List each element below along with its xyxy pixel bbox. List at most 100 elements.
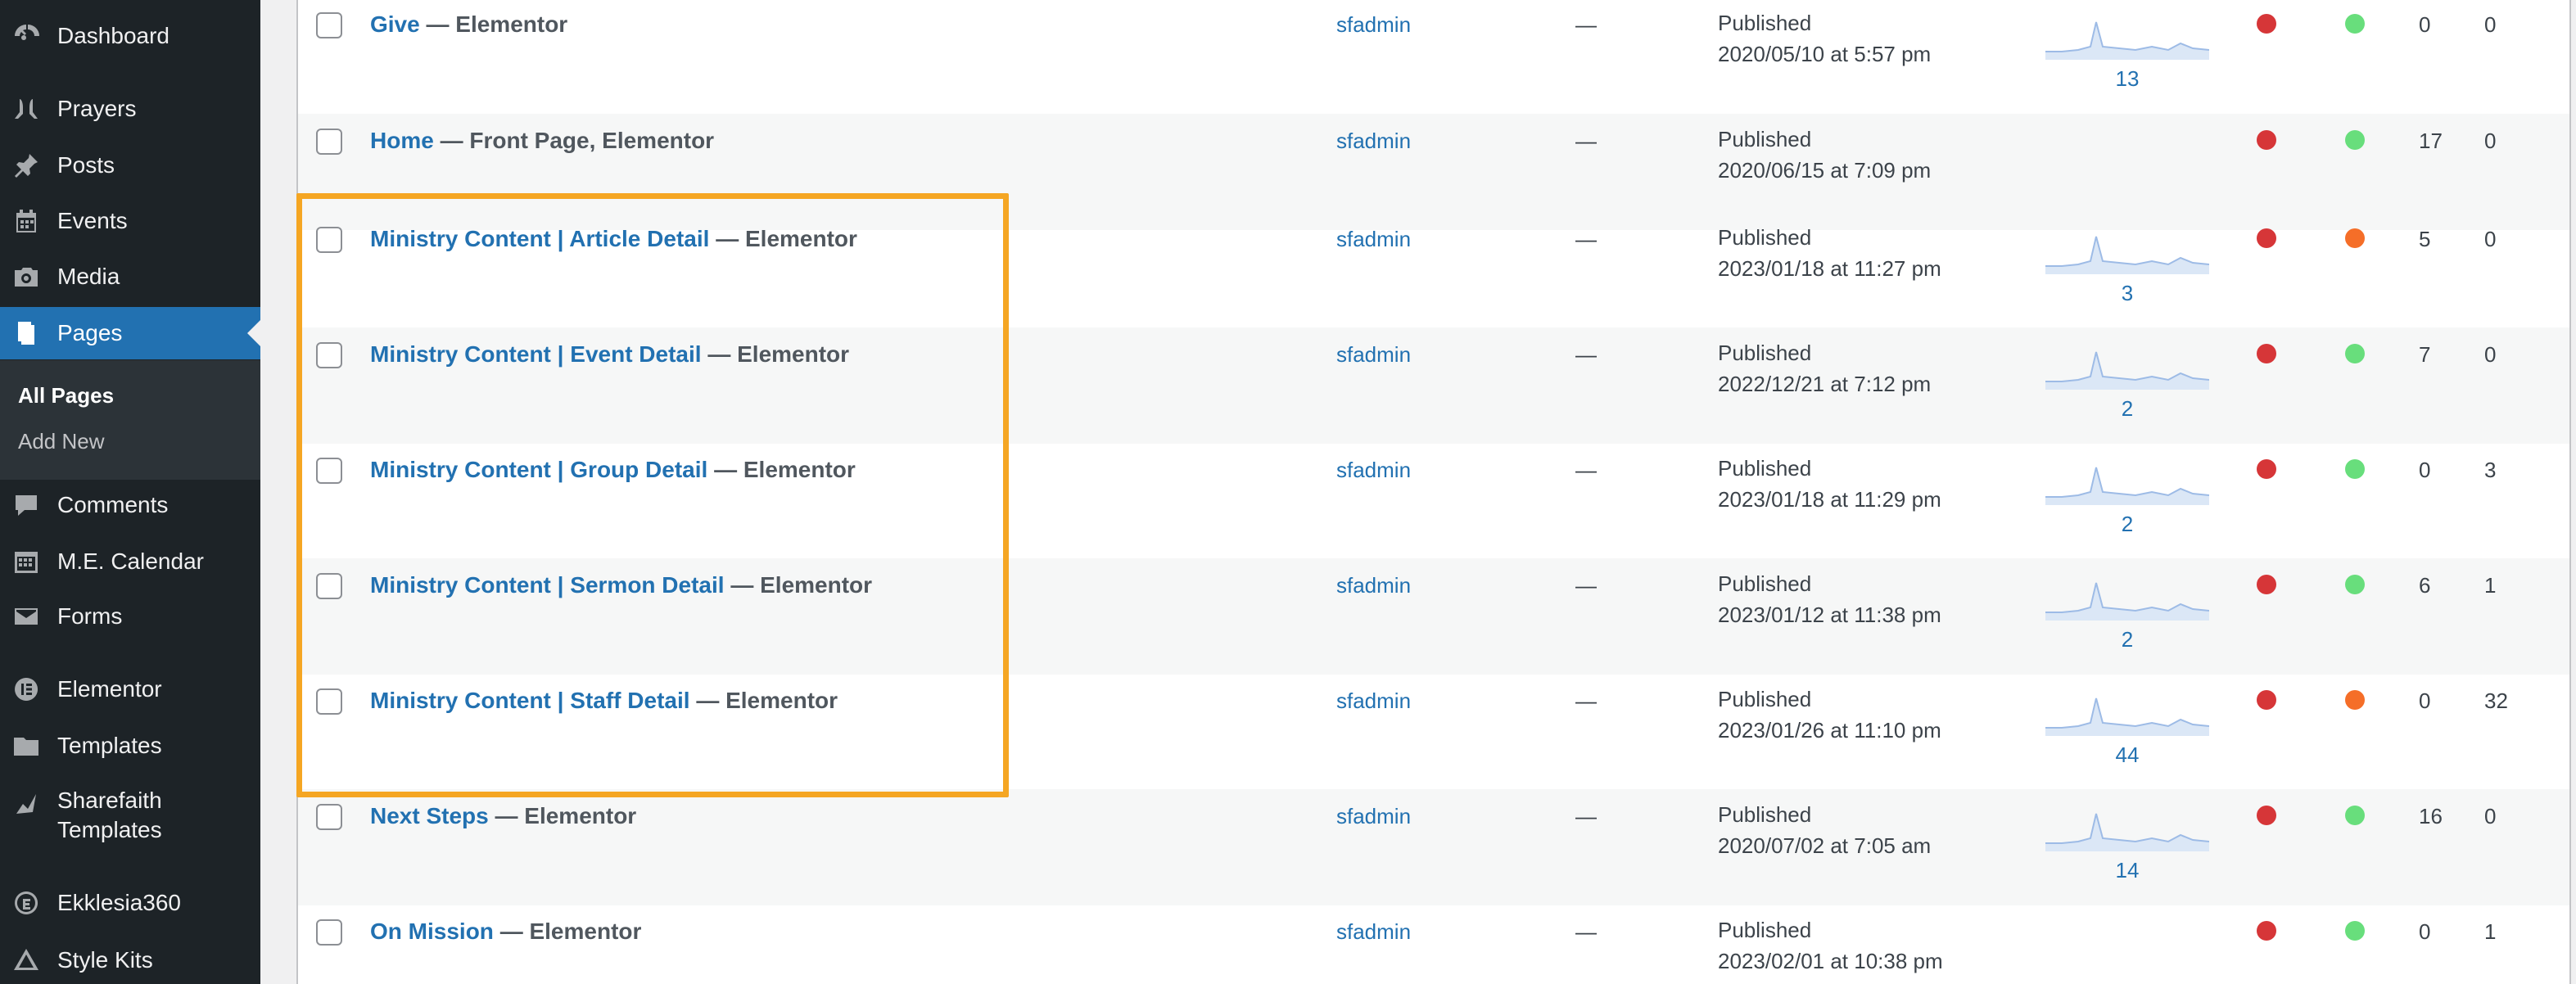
seo-score-dot [2257, 228, 2276, 248]
page-state: — Elementor [707, 341, 850, 367]
tags-empty: — [1575, 804, 1597, 828]
row-checkbox[interactable] [316, 919, 342, 946]
views-sparkline[interactable] [2045, 806, 2209, 851]
outgoing-links-count: 0 [2484, 227, 2497, 251]
sidebar-item-label: Sharefaith Templates [57, 788, 162, 842]
views-sparkline[interactable] [2045, 228, 2209, 274]
readability-score-dot [2345, 690, 2365, 710]
seo-score-dot [2257, 344, 2276, 363]
views-sparkline[interactable] [2045, 459, 2209, 505]
sidebar-item-label: Forms [57, 603, 123, 629]
publish-date: 2020/06/15 at 7:09 pm [1718, 158, 1932, 183]
page-title-link[interactable]: Next Steps [370, 803, 489, 828]
page-state: — Elementor [730, 572, 873, 598]
sidebar-item-style-kits[interactable]: Style Kits [0, 934, 260, 984]
submenu-all-pages[interactable]: All Pages [18, 383, 114, 408]
page-title-cell: Ministry Content | Staff Detail — Elemen… [370, 688, 838, 714]
sidebar-item-templates[interactable]: Templates [0, 720, 260, 772]
sidebar-item-label: Events [57, 208, 128, 233]
row-checkbox[interactable] [316, 804, 342, 830]
sidebar-item-forms[interactable]: Forms [0, 590, 260, 643]
page-title-link[interactable]: Give [370, 11, 420, 37]
row-checkbox[interactable] [316, 129, 342, 155]
publish-status: Published [1718, 687, 1812, 711]
sidebar-item-label: Elementor [57, 676, 162, 702]
outgoing-links-count: 32 [2484, 688, 2508, 713]
envelope-icon [10, 600, 43, 633]
sidebar-item-label: Ekklesia360 [57, 890, 181, 915]
row-checkbox[interactable] [316, 342, 342, 368]
pages-table: Give — Elementor sfadmin — Published 2020/05… [296, 0, 2571, 984]
author-link[interactable]: sfadmin [1336, 12, 1411, 38]
tags-empty: — [1575, 688, 1597, 713]
seo-score-dot [2257, 459, 2276, 479]
author-link[interactable]: sfadmin [1336, 129, 1411, 154]
submenu-add-new[interactable]: Add New [18, 429, 105, 454]
views-sparkline[interactable] [2045, 690, 2209, 736]
sidebar-item-label: Comments [57, 492, 169, 517]
active-indicator-arrow [247, 320, 260, 346]
sidebar-item-posts[interactable]: Posts [0, 139, 260, 192]
page-title-link[interactable]: Ministry Content | Group Detail [370, 457, 707, 482]
date-cell: Published 2023/01/12 at 11:38 pm [1718, 568, 1941, 630]
calendar-icon [10, 205, 43, 237]
table-row: Ministry Content | Sermon Detail — Eleme… [298, 558, 2569, 675]
comment-icon [10, 489, 43, 521]
publish-status: Published [1718, 341, 1812, 365]
sidebar-item-media[interactable]: Media [0, 251, 260, 303]
row-checkbox[interactable] [316, 12, 342, 38]
sidebar-item-dashboard[interactable]: Dashboard [0, 10, 260, 62]
views-count[interactable]: 44 [2045, 743, 2209, 768]
incoming-links-count: 5 [2419, 227, 2431, 251]
author-link[interactable]: sfadmin [1336, 919, 1411, 945]
seo-score-dot [2257, 575, 2276, 594]
calendar-grid-icon [10, 545, 43, 578]
sidebar-item-comments[interactable]: Comments [0, 479, 260, 531]
triangle-icon [10, 944, 43, 977]
views-count[interactable]: 14 [2045, 858, 2209, 883]
publish-status: Published [1718, 918, 1812, 942]
author-link[interactable]: sfadmin [1336, 227, 1411, 252]
author-link[interactable]: sfadmin [1336, 342, 1411, 368]
page-title-link[interactable]: Ministry Content | Staff Detail [370, 688, 690, 713]
incoming-links-count: 7 [2419, 342, 2431, 367]
sidebar-item-pages[interactable]: Pages [0, 307, 260, 359]
sidebar-item-sharefaith-templates[interactable]: Sharefaith Templates [0, 786, 260, 851]
sidebar-item-m-e-calendar[interactable]: M.E. Calendar [0, 535, 260, 588]
sidebar-item-events[interactable]: Events [0, 195, 260, 247]
table-row: On Mission — Elementor sfadmin — Published 2… [298, 905, 2569, 984]
page-title-link[interactable]: Ministry Content | Article Detail [370, 226, 709, 251]
author-link[interactable]: sfadmin [1336, 804, 1411, 829]
page-state: — Front Page, Elementor [440, 128, 715, 153]
views-sparkline[interactable] [2045, 344, 2209, 390]
sidebar-item-prayers[interactable]: Prayers [0, 83, 260, 135]
views-count[interactable]: 13 [2045, 66, 2209, 92]
author-link[interactable]: sfadmin [1336, 688, 1411, 714]
page-title-link[interactable]: Ministry Content | Sermon Detail [370, 572, 725, 598]
row-checkbox[interactable] [316, 688, 342, 715]
views-sparkline[interactable] [2045, 14, 2209, 60]
row-checkbox[interactable] [316, 458, 342, 484]
row-checkbox[interactable] [316, 573, 342, 599]
page-title-link[interactable]: Ministry Content | Event Detail [370, 341, 702, 367]
pages-submenu: All Pages Add New [0, 360, 260, 480]
sidebar-item-elementor[interactable]: Elementor [0, 663, 260, 715]
views-count[interactable]: 2 [2045, 627, 2209, 652]
page-title-link[interactable]: On Mission [370, 919, 494, 944]
outgoing-links-count: 0 [2484, 12, 2497, 37]
views-count[interactable]: 2 [2045, 396, 2209, 422]
sidebar-item-label: Style Kits [57, 947, 153, 973]
views-sparkline[interactable] [2045, 575, 2209, 621]
page-title-link[interactable]: Home [370, 128, 434, 153]
views-count[interactable]: 3 [2045, 281, 2209, 306]
author-link[interactable]: sfadmin [1336, 458, 1411, 483]
page-state: — Elementor [495, 803, 637, 828]
admin-sidebar: Dashboard Prayers Posts Events Media Pages Com… [0, 0, 260, 984]
row-checkbox[interactable] [316, 227, 342, 253]
publish-date: 2023/02/01 at 10:38 pm [1718, 949, 1943, 973]
views-count[interactable]: 2 [2045, 512, 2209, 537]
author-link[interactable]: sfadmin [1336, 573, 1411, 598]
outgoing-links-count: 1 [2484, 919, 2497, 944]
sidebar-item-ekklesia360[interactable]: Ekklesia360 [0, 877, 260, 929]
publish-status: Published [1718, 802, 1812, 827]
